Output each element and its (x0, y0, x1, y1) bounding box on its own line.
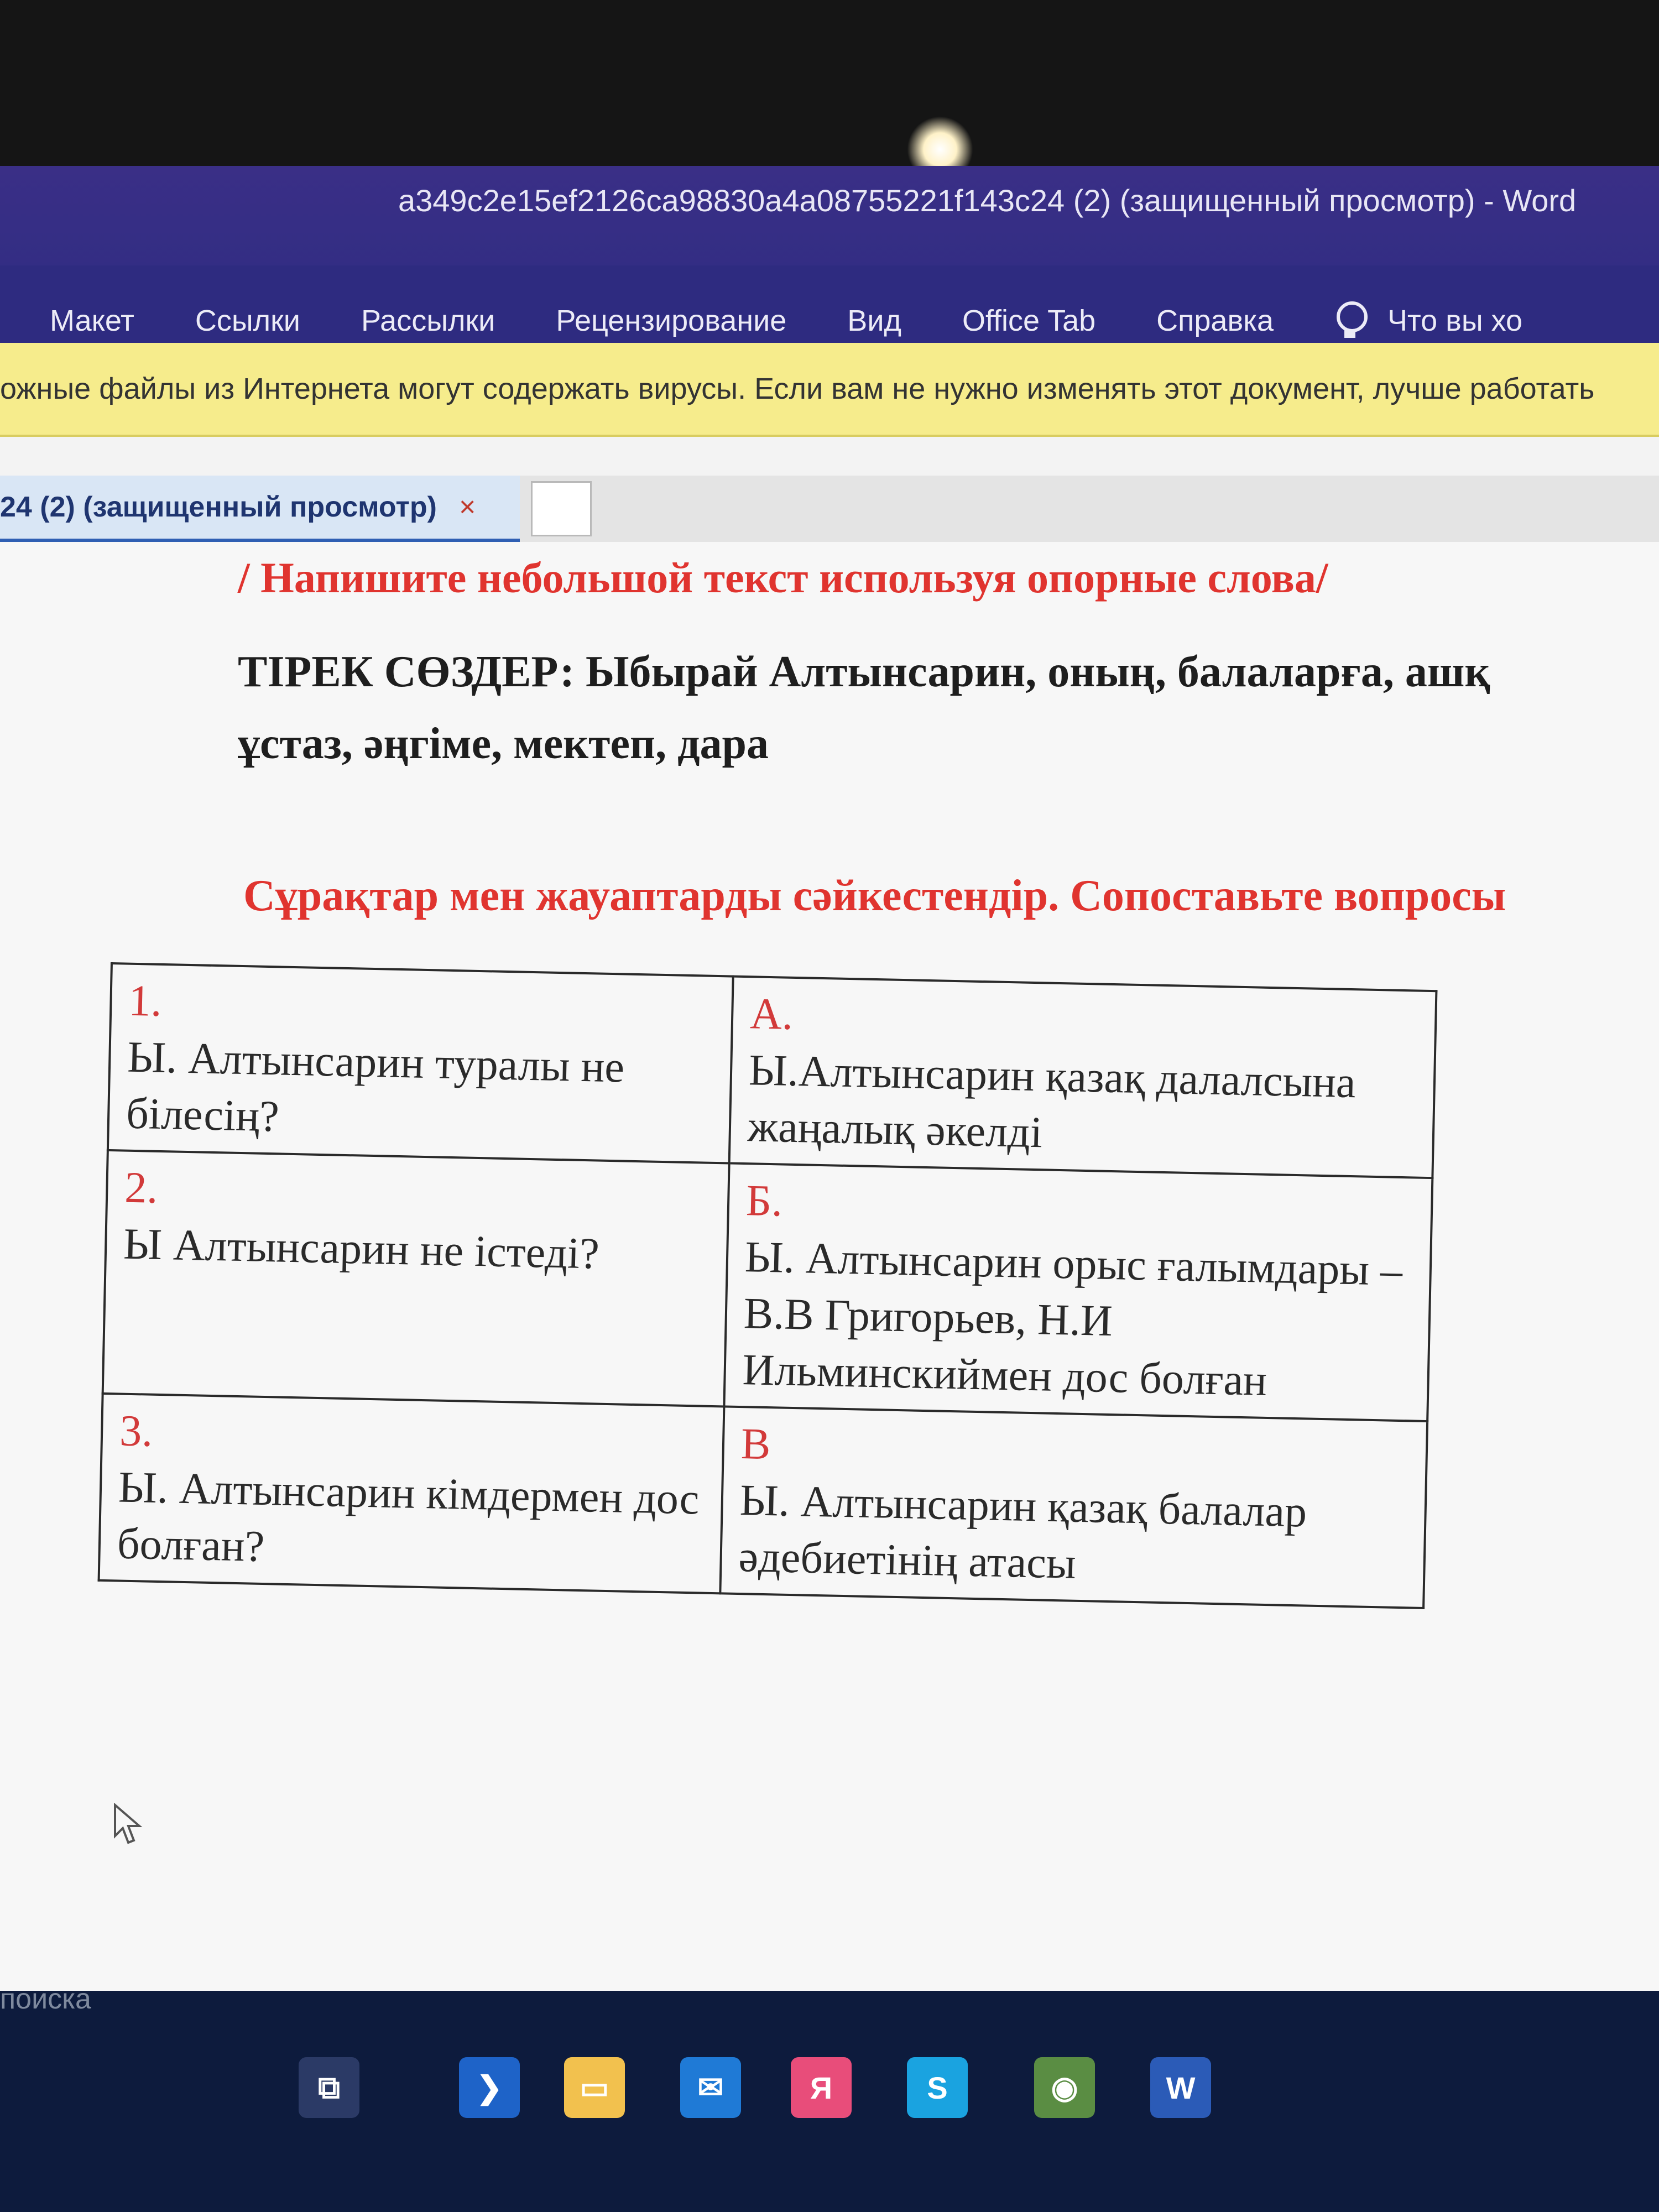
protected-view-message: ожные файлы из Интернета могут содержать… (0, 372, 1595, 405)
question-cell: 3. Ы. Алтынсарин кімдермен дос болған? (98, 1393, 724, 1594)
tell-me-search[interactable]: Что вы хо (1334, 301, 1522, 340)
keywords-line2: ұстаз, әңгіме, мектеп, дара (238, 719, 769, 768)
yandex-browser-icon[interactable]: Я (791, 2057, 852, 2118)
question-text: Ы. Алтынсарин кімдермен дос болған? (117, 1463, 700, 1572)
new-tab-button[interactable] (531, 481, 592, 536)
mouse-pointer-icon (114, 1803, 143, 1844)
window-title: a349c2e15ef2126ca98830a4a08755221f143c24… (398, 183, 1577, 218)
answer-letter: В (740, 1420, 771, 1469)
tell-me-label: Что вы хо (1387, 304, 1523, 337)
chrome-icon[interactable]: ◉ (1034, 2057, 1095, 2118)
table-row: 3. Ы. Алтынсарин кімдермен дос болған? В… (98, 1393, 1428, 1608)
question-text: Ы Алтынсарин не істеді? (123, 1219, 600, 1279)
matching-task-title: Сұрақтар мен жауаптарды сәйкестендір. Со… (243, 872, 1506, 920)
word-icon[interactable]: W (1150, 2057, 1211, 2118)
question-cell: 1. Ы. Алтынсарин туралы не білесің? (107, 963, 733, 1164)
tab-layout[interactable]: Макет (50, 304, 134, 338)
skype-icon[interactable]: S (907, 2057, 968, 2118)
task-view-icon[interactable]: ⧉ (299, 2057, 359, 2118)
instruction-heading: / Напишите небольшой текст используя опо… (238, 554, 1328, 602)
question-number: 3. (119, 1406, 154, 1456)
answer-text: Ы. Алтынсарин орыс ғалымдары – В.В Григо… (742, 1233, 1403, 1405)
tab-office-tab[interactable]: Office Tab (962, 304, 1095, 338)
document-tab-label: 24 (2) (защищенный просмотр) (0, 491, 437, 523)
close-icon[interactable]: × (459, 491, 476, 524)
answer-text: Ы.Алтынсарин қазақ далалсына жаңалық әке… (747, 1046, 1357, 1157)
tab-review[interactable]: Рецензирование (556, 304, 786, 338)
answer-letter: Б. (745, 1176, 784, 1226)
matching-table: 1. Ы. Алтынсарин туралы не білесің? А. Ы… (98, 962, 1438, 1609)
document-tab[interactable]: 24 (2) (защищенный просмотр) × (0, 476, 520, 542)
keywords-block: ТІРЕК СӨЗДЕР: Ыбырай Алтынсарин, оның, б… (238, 636, 1653, 780)
keywords-label: ТІРЕК СӨЗДЕР: (238, 648, 575, 696)
tab-view[interactable]: Вид (847, 304, 901, 338)
lightbulb-icon (1334, 301, 1368, 340)
question-text: Ы. Алтынсарин туралы не білесің? (126, 1032, 625, 1141)
table-row: 1. Ы. Алтынсарин туралы не білесің? А. Ы… (107, 963, 1437, 1178)
document-tab-strip: 24 (2) (защищенный просмотр) × (0, 476, 1659, 542)
answer-cell: Б. Ы. Алтынсарин орыс ғалымдары – В.В Гр… (724, 1163, 1433, 1422)
protected-view-bar: ожные файлы из Интернета могут содержать… (0, 343, 1659, 437)
answer-letter: А. (749, 989, 794, 1039)
taskbar-search[interactable]: поиска (0, 1983, 91, 2016)
tab-mailings[interactable]: Рассылки (361, 304, 495, 338)
tab-help[interactable]: Справка (1156, 304, 1274, 338)
skype-like-icon[interactable]: ❯ (459, 2057, 520, 2118)
table-row: 2. Ы Алтынсарин не істеді? Б. Ы. Алтынса… (102, 1150, 1433, 1422)
answer-cell: В Ы. Алтынсарин қазақ балалар әдебиетіні… (720, 1406, 1428, 1608)
question-cell: 2. Ы Алтынсарин не істеді? (102, 1150, 729, 1407)
keywords-line1: Ыбырай Алтынсарин, оның, балаларға, ашқ (585, 648, 1490, 696)
mail-icon[interactable]: ✉ (680, 2057, 741, 2118)
answer-cell: А. Ы.Алтынсарин қазақ далалсына жаңалық … (729, 976, 1437, 1178)
answer-text: Ы. Алтынсарин қазақ балалар әдебиетінің … (738, 1476, 1308, 1588)
question-number: 2. (124, 1163, 159, 1213)
tab-references[interactable]: Ссылки (195, 304, 300, 338)
file-explorer-icon[interactable]: ▭ (564, 2057, 625, 2118)
question-number: 1. (128, 976, 163, 1026)
